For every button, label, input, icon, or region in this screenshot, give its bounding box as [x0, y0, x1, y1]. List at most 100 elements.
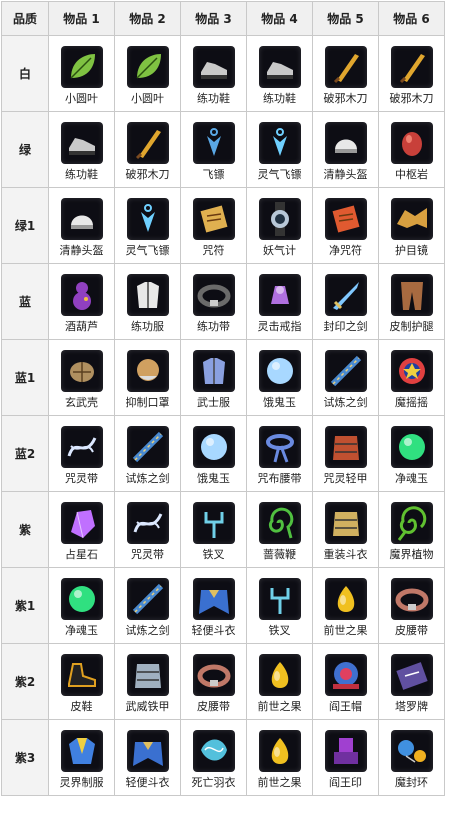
hat-icon: [324, 653, 367, 696]
item-cell: 练功鞋: [180, 35, 247, 112]
item-name: 武士服: [197, 395, 230, 409]
grade-cell: 绿: [1, 111, 49, 188]
item-cell: 皮腰带: [180, 643, 247, 720]
scroll-icon: [324, 197, 367, 240]
header-item-4: 物品 4: [246, 1, 313, 36]
item-cell: 玄武壳: [48, 339, 115, 416]
table-row: 紫3 灵界制服 轻便斗衣 死亡羽衣 前世之果 阎王印 魔封环: [1, 719, 445, 796]
seal-icon: [324, 729, 367, 772]
item-name: 飞镖: [202, 167, 225, 181]
grade-cell: 紫3: [1, 719, 49, 796]
crystal-icon: [60, 501, 103, 544]
item-name: 咒灵带: [65, 471, 98, 485]
item-name: 皮制护腿: [389, 319, 434, 333]
item-cell: 重装斗衣: [312, 491, 379, 568]
item-cell: 皮腰带: [378, 567, 445, 644]
belt-icon: [192, 653, 235, 696]
item-name: 魔封环: [395, 775, 428, 789]
item-cell: 魔封环: [378, 719, 445, 796]
item-cell: 皮鞋: [48, 643, 115, 720]
table-row: 绿练功鞋 破邪木刀 飞镖 灵气飞镖 清静头盔 中枢岩: [1, 111, 445, 188]
table-row: 蓝酒葫芦 练功服 练功带 灵击戒指 封印之剑 皮制护腿: [1, 263, 445, 340]
item-name: 清静头盔: [323, 167, 368, 181]
grade-cell: 蓝2: [1, 415, 49, 492]
item-cell: 蔷薇鞭: [246, 491, 313, 568]
item-name: 死亡羽衣: [191, 775, 236, 789]
fork-icon: [192, 501, 235, 544]
scroll-sword-icon: [324, 349, 367, 392]
item-name: 破邪木刀: [323, 91, 368, 105]
item-name: 净咒符: [329, 243, 362, 257]
item-name: 试炼之剑: [125, 471, 170, 485]
item-name: 蔷薇鞭: [263, 547, 296, 561]
item-cell: 咒灵轻甲: [312, 415, 379, 492]
orb-icon: [192, 425, 235, 468]
item-cell: 练功带: [180, 263, 247, 340]
item-cell: 试炼之剑: [114, 567, 181, 644]
table-row: 紫占星石 咒灵带 铁叉 蔷薇鞭 重装斗衣 魔界植物: [1, 491, 445, 568]
item-cell: 皮制护腿: [378, 263, 445, 340]
orb-icon: [258, 349, 301, 392]
item-name: 酒葫芦: [65, 319, 98, 333]
fruit-icon: [258, 729, 301, 772]
item-cell: 前世之果: [246, 643, 313, 720]
item-name: 塔罗牌: [395, 699, 428, 713]
item-name: 练功鞋: [197, 91, 230, 105]
table-row: 蓝1 玄武壳 抑制口罩 武士服 饿鬼玉 试炼之剑 魔摇摇: [1, 339, 445, 416]
grade-cell: 白: [1, 35, 49, 112]
header-grade: 品质: [1, 1, 49, 36]
item-cell: 练功服: [114, 263, 181, 340]
item-name: 咒灵轻甲: [323, 471, 368, 485]
cape-icon: [126, 729, 169, 772]
sword-icon: [324, 273, 367, 316]
shoe-icon: [192, 45, 235, 88]
header-item-1: 物品 1: [48, 1, 115, 36]
table-row: 绿1 清静头盔 灵气飞镖 咒符 妖气计 净咒符 护目镜: [1, 187, 445, 264]
helmet-icon: [60, 197, 103, 240]
item-name: 练功鞋: [65, 167, 98, 181]
header-item-3: 物品 3: [180, 1, 247, 36]
yoyo-icon: [390, 349, 433, 392]
item-name: 魔界植物: [389, 547, 434, 561]
cape-icon: [192, 577, 235, 620]
item-name: 咒灵带: [131, 547, 164, 561]
item-name: 封印之剑: [323, 319, 368, 333]
item-cell: 练功鞋: [246, 35, 313, 112]
scroll-sword-icon: [126, 425, 169, 468]
item-name: 小圆叶: [131, 91, 164, 105]
item-name: 试炼之剑: [323, 395, 368, 409]
item-name: 铁叉: [268, 623, 291, 637]
item-name: 净魂玉: [395, 471, 428, 485]
item-name: 武威铁甲: [125, 699, 170, 713]
scroll-icon: [192, 197, 235, 240]
item-name: 阎王印: [329, 775, 362, 789]
item-cell: 净魂玉: [48, 567, 115, 644]
helmet-icon: [324, 121, 367, 164]
item-name: 魔摇摇: [395, 395, 428, 409]
item-cell: 阎王帽: [312, 643, 379, 720]
item-name: 练功服: [131, 319, 164, 333]
item-name: 灵界制服: [59, 775, 104, 789]
item-name: 阎王帽: [329, 699, 362, 713]
item-name: 破邪木刀: [125, 167, 170, 181]
stone-icon: [390, 121, 433, 164]
item-name: 破邪木刀: [389, 91, 434, 105]
ring-icon: [258, 273, 301, 316]
orb-icon: [60, 577, 103, 620]
item-cell: 清静头盔: [48, 187, 115, 264]
armor-icon: [126, 653, 169, 696]
item-cell: 飞镖: [180, 111, 247, 188]
item-name: 轻便斗衣: [125, 775, 170, 789]
table-row: 白小圆叶 小圆叶 练功鞋 练功鞋 破邪木刀 破邪木刀: [1, 35, 445, 112]
ribbon-icon: [126, 501, 169, 544]
item-cell: 占星石: [48, 491, 115, 568]
item-cell: 魔界植物: [378, 491, 445, 568]
table-row: 紫1 净魂玉 试炼之剑 轻便斗衣 铁叉 前世之果 皮腰带: [1, 567, 445, 644]
item-name: 前世之果: [257, 775, 302, 789]
item-cell: 魔摇摇: [378, 339, 445, 416]
item-name: 清静头盔: [59, 243, 104, 257]
item-cell: 小圆叶: [48, 35, 115, 112]
item-name: 前世之果: [323, 623, 368, 637]
item-name: 皮腰带: [395, 623, 428, 637]
leaf-icon: [60, 45, 103, 88]
